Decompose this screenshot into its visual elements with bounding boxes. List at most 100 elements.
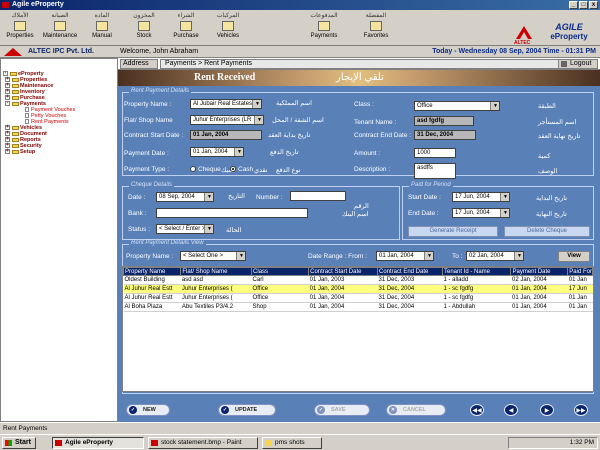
date-to-picker[interactable]: 02 Jan, 2004 ▼ [466,251,524,261]
table-row[interactable]: Oldest Building asd asd Carl 01 Jan, 2003 31… [123,275,593,285]
column-header[interactable]: Class [251,267,310,276]
toolbar-label: Maintenance [42,33,78,39]
new-button[interactable]: ✓ NEW [126,404,170,416]
save-icon: ✓ [317,406,325,414]
chevron-down-icon: ▼ [517,253,522,259]
update-icon: ✓ [221,406,229,414]
toolbar-maintenance[interactable]: الصيانة Maintenance [40,12,80,40]
description-label-ar: الوصف [538,168,558,175]
fieldset-legend: Rent Payment Details [129,88,192,94]
column-header[interactable]: Flat/ Shop Name [180,267,253,276]
cheque-radio[interactable] [190,166,196,172]
description-label: Description : [354,166,391,173]
taskbar-item-folder[interactable]: pms shots [262,437,322,449]
first-record-icon[interactable]: ◀◀ [470,404,484,416]
previous-record-icon[interactable]: ◀ [504,404,518,416]
view-button[interactable]: View [558,251,590,262]
folder-icon [12,89,19,94]
table-cell: Al Boha Plaza [123,302,181,312]
table-cell: 31 Dec, 2004 [377,293,443,303]
column-header[interactable]: Payment Date [510,267,569,276]
toolbar-label-ar: المخزون [133,13,155,19]
table-cell: 01 Jan, 2004 [510,293,568,303]
column-header[interactable]: Contract End Date [376,267,443,276]
column-header[interactable]: Contract Start Date [308,267,378,276]
cash-radio[interactable] [230,166,236,172]
flat-shop-select[interactable]: Juhur Enterprises (LR ▼ [190,115,264,125]
toolbar-label-ar: الأملاك [11,13,29,19]
payment-date-picker[interactable]: 01 Jan, 2004 ▼ [190,147,244,157]
payment-date-label: Payment Date : [124,150,169,157]
table-cell: 01 Jan, 2004 [510,302,568,312]
manual-icon [96,21,108,31]
expand-toggle-icon[interactable]: + [5,149,10,155]
expand-toggle-icon[interactable]: - [5,101,10,107]
bank-input[interactable] [156,208,308,218]
cancel-button-label: CANCEL [403,407,426,413]
amount-input[interactable]: 1000 [414,148,456,158]
toolbar-manual[interactable]: المادة Manual [82,12,122,40]
chevron-down-icon: ▼ [427,253,432,259]
last-record-icon[interactable]: ▶▶ [574,404,588,416]
company-name-text: ALTEC IPC Pvt. Ltd. [28,48,94,55]
chevron-down-icon: ▼ [255,101,260,107]
purchase-icon [180,21,192,31]
delete-cheque-button[interactable]: Delete Cheque [504,226,590,237]
chevron-down-icon: ▼ [237,149,242,155]
cheque-status-select[interactable]: < Select / Enter > ▼ [156,224,214,234]
cheque-number-input[interactable] [290,191,346,201]
next-record-icon[interactable]: ▶ [540,404,554,416]
folder-icon [265,440,272,446]
toolbar-stock[interactable]: المخزون Stock [124,12,164,40]
logout-icon [561,61,567,67]
date-range-label: Date Range : From : [308,253,367,260]
class-select[interactable]: Office ▼ [414,101,500,111]
table-row[interactable]: Al Juhur Real Estt Juhur Enterprises (Off… [123,293,593,303]
minimize-button[interactable]: _ [569,1,578,9]
toolbar-vehicles[interactable]: المركبات Vehicles [208,12,248,40]
date-from-picker[interactable]: 01 Jan, 2004 ▼ [376,251,434,261]
chevron-down-icon: ▼ [239,253,244,259]
toolbar-properties[interactable]: الأملاك Properties [0,12,40,40]
end-date-picker[interactable]: 17 Jun, 2004 ▼ [452,208,510,218]
table-cell: Oldest Building [123,275,181,285]
chevron-down-icon: ▼ [503,194,508,200]
save-button[interactable]: ✓ SAVE [314,404,370,416]
clock: 1:32 PM [569,439,594,446]
column-header[interactable]: Property Name [123,267,182,276]
navigation-tree: - eProperty + Properties + Maintenance + Invent… [0,58,118,422]
cheque-date-picker[interactable]: 08 Sep, 2004 ▼ [156,192,214,202]
cheque-date-value: 08 Sep, 2004 [159,194,195,200]
toolbar-favorites[interactable]: المفضلة Favorites [356,12,396,40]
folder-icon [12,137,19,142]
description-input[interactable]: asdffs [414,163,456,179]
folder-icon [12,149,19,154]
app-icon [55,440,62,446]
start-date-label-ar: تاريخ البداية [536,195,567,202]
toolbar-label: Stock [136,33,152,39]
cancel-button[interactable]: ✕ CANCEL [386,404,446,416]
taskbar-item-agile[interactable]: Agile eProperty [52,437,144,449]
start-button[interactable]: Start [2,437,36,449]
view-property-select[interactable]: < Select One > ▼ [180,251,246,261]
column-header[interactable]: Paid For [567,267,593,276]
start-date-picker[interactable]: 17 Jun, 2004 ▼ [452,192,510,202]
logout-button[interactable]: Logout [558,59,598,69]
generate-receipt-button[interactable]: Generate Receipt [408,226,498,237]
update-button[interactable]: ✓ UPDATE [218,404,276,416]
favorites-icon [370,21,382,31]
property-name-select[interactable]: Al Jubair Real Estates ▼ [190,99,262,109]
table-row[interactable]: Al Boha Plaza Abu Textiles P3/4.2 Shop 01 J… [123,302,593,312]
maximize-button[interactable]: □ [579,1,588,9]
system-tray: 1:32 PM [508,437,598,449]
toolbar-payments[interactable]: المدفوعات Payments [304,12,344,40]
table-cell: Office [251,293,309,303]
table-row[interactable]: Al Juhur Real Estt Juhur Enterprises (Off… [123,284,593,294]
column-header[interactable]: Tenant Id - Name [441,267,512,276]
tree-item[interactable]: + Setup [1,149,117,155]
taskbar-item-paint[interactable]: stock statement.bmp - Paint [148,437,258,449]
stock-icon [138,21,150,31]
toolbar-purchase[interactable]: الشراء Purchase [166,12,206,40]
close-button[interactable]: x [589,1,598,9]
chevron-down-icon: ▼ [207,194,212,200]
